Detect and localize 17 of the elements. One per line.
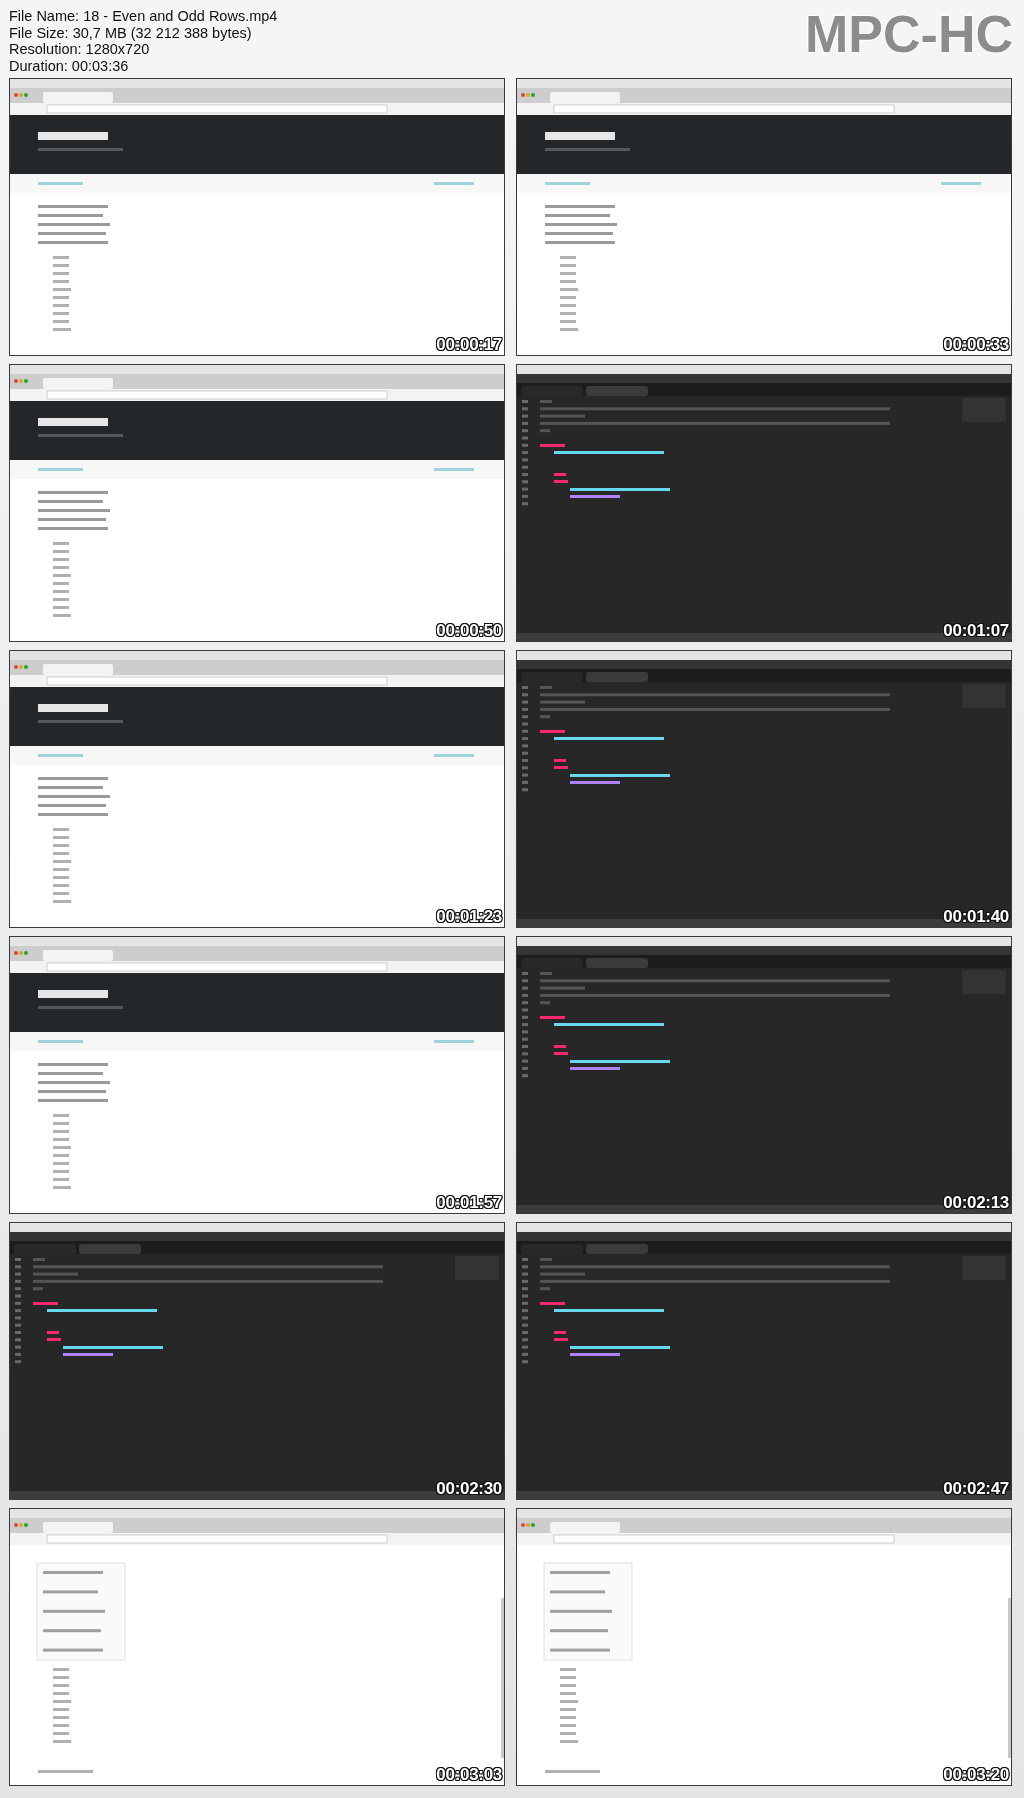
file-info-line: Resolution: 1280x720 [9,41,151,58]
timestamp: 00:00:33 [943,335,1009,355]
timestamp: 00:01:40 [943,907,1009,927]
timestamp: 00:00:50 [436,621,502,641]
timestamp: 00:01:57 [436,1193,502,1213]
timestamp: 00:01:23 [436,907,502,927]
timestamp: 00:00:17 [436,335,502,355]
timestamp: 00:02:47 [943,1479,1009,1499]
timestamp: 00:01:07 [943,621,1009,641]
player-logo: MPC-HC [805,8,1013,60]
file-info-line: Duration: 00:03:36 [9,57,130,74]
timestamp: 00:02:30 [436,1479,502,1499]
file-info-line: File Name: 18 - Even and Odd Rows.mp4 [9,8,278,25]
timestamp: 00:03:20 [943,1765,1009,1785]
file-info-line: File Size: 30,7 MB (32 212 388 bytes) [9,24,253,41]
timestamp: 00:03:03 [436,1765,502,1785]
timestamp: 00:02:13 [943,1193,1009,1213]
